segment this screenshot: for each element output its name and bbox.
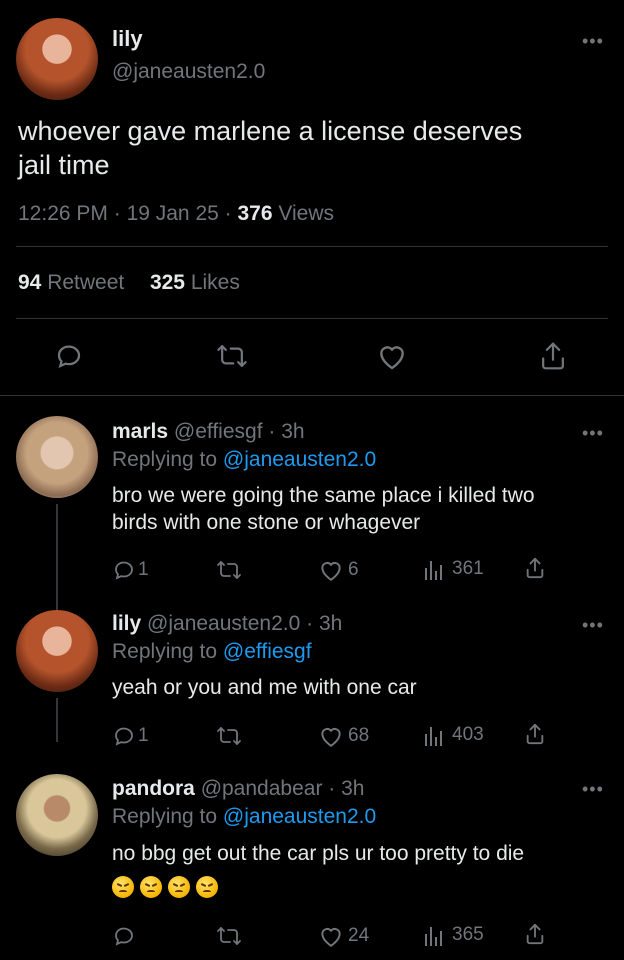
tweet-text-line1: whoever gave marlene a license deserves bbox=[18, 116, 523, 146]
reply-text-line1: no bbg get out the car pls ur too pretty… bbox=[112, 842, 525, 865]
replying-to: Replying to @effiesgf bbox=[112, 640, 312, 663]
like-icon bbox=[321, 728, 341, 747]
tweet-date[interactable]: 19 Jan 25 bbox=[127, 202, 219, 225]
reply-header: pandora @pandabear · 3h bbox=[112, 777, 364, 801]
like-icon bbox=[321, 562, 341, 581]
divider bbox=[16, 246, 608, 247]
engagement-stats: 94 Retweet 325 Likes bbox=[18, 271, 240, 295]
share-icon[interactable] bbox=[538, 340, 568, 372]
share-icon bbox=[526, 557, 544, 579]
mention-link[interactable]: @effiesgf bbox=[223, 640, 312, 663]
retweet-button[interactable] bbox=[216, 558, 242, 582]
replying-to: Replying to @janeausten2.0 bbox=[112, 448, 377, 471]
share-icon bbox=[526, 723, 544, 745]
reply-count: 1 bbox=[138, 725, 149, 746]
avatar[interactable] bbox=[16, 774, 98, 856]
share-button[interactable] bbox=[524, 922, 546, 946]
share-button[interactable] bbox=[524, 722, 546, 746]
reply-header: lily @janeausten2.0 · 3h bbox=[112, 612, 342, 636]
reply-time[interactable]: · 3h bbox=[306, 612, 342, 635]
reply-icon bbox=[115, 927, 133, 946]
retweet-button[interactable] bbox=[216, 924, 242, 948]
reply-button[interactable] bbox=[112, 924, 136, 948]
replying-to: Replying to @janeausten2.0 bbox=[112, 805, 377, 828]
thread-line bbox=[56, 504, 58, 610]
section-divider bbox=[0, 395, 624, 396]
confounded-emoji bbox=[112, 876, 134, 898]
avatar[interactable] bbox=[16, 416, 98, 498]
retweet-icon[interactable] bbox=[216, 341, 248, 371]
reply-time[interactable]: · 3h bbox=[328, 777, 364, 800]
views-count: 376 bbox=[237, 202, 273, 225]
author-name[interactable]: lily bbox=[112, 26, 143, 52]
reply-header: marls @effiesgf · 3h bbox=[112, 420, 305, 444]
mention-link[interactable]: @janeausten2.0 bbox=[223, 805, 376, 828]
retweet-icon bbox=[217, 727, 241, 745]
retweets-stat[interactable]: 94 Retweet bbox=[18, 271, 130, 294]
reply-icon[interactable] bbox=[54, 341, 84, 371]
reply-icon bbox=[115, 727, 133, 746]
like-icon[interactable] bbox=[376, 341, 408, 371]
views-label: Views bbox=[278, 202, 335, 225]
confounded-emoji bbox=[140, 876, 162, 898]
reply-time[interactable]: · 3h bbox=[268, 420, 304, 443]
retweets-count: 94 bbox=[18, 271, 42, 294]
retweets-label: Retweet bbox=[47, 271, 125, 294]
reply-text-line1: yeah or you and me with one car bbox=[112, 676, 417, 699]
reply-icon bbox=[115, 561, 133, 580]
emoji-row bbox=[112, 876, 224, 898]
views-icon bbox=[425, 727, 442, 746]
more-icon[interactable]: ••• bbox=[582, 616, 604, 634]
views-button[interactable]: 403 bbox=[424, 724, 484, 746]
divider bbox=[16, 318, 608, 319]
more-icon[interactable]: ••• bbox=[582, 780, 604, 798]
views-icon bbox=[425, 927, 442, 946]
retweet-button[interactable] bbox=[216, 724, 242, 748]
likes-label: Likes bbox=[190, 271, 240, 294]
like-button[interactable]: 6 bbox=[318, 558, 359, 582]
retweet-icon bbox=[217, 927, 241, 945]
share-button[interactable] bbox=[524, 556, 546, 580]
reply-text-line2: birds with one stone or whagever bbox=[112, 511, 421, 534]
reply-button[interactable]: 1 bbox=[112, 724, 149, 748]
author-handle[interactable]: @pandabear bbox=[201, 777, 323, 800]
avatar[interactable] bbox=[16, 18, 98, 100]
share-icon bbox=[526, 923, 544, 945]
tweet-meta: 12:26 PM · 19 Jan 25 · 376 Views bbox=[18, 202, 335, 225]
views-button[interactable]: 365 bbox=[424, 924, 484, 946]
avatar[interactable] bbox=[16, 610, 98, 692]
view-count: 365 bbox=[452, 924, 484, 945]
likes-count: 325 bbox=[149, 271, 185, 294]
tweet-text-line2: jail time bbox=[18, 150, 110, 180]
tweet-time[interactable]: 12:26 PM bbox=[18, 202, 108, 225]
like-count: 6 bbox=[348, 559, 359, 580]
reply-text-line1: bro we were going the same place i kille… bbox=[112, 484, 535, 507]
author-name[interactable]: lily bbox=[112, 612, 141, 635]
like-icon bbox=[321, 928, 341, 947]
view-count: 403 bbox=[452, 724, 484, 745]
like-count: 24 bbox=[348, 925, 370, 946]
like-button[interactable]: 24 bbox=[318, 924, 369, 948]
more-icon[interactable]: ••• bbox=[582, 424, 604, 442]
confounded-emoji bbox=[168, 876, 190, 898]
more-icon[interactable]: ••• bbox=[582, 32, 604, 50]
view-count: 361 bbox=[452, 558, 484, 579]
author-handle[interactable]: @janeausten2.0 bbox=[112, 60, 265, 84]
likes-stat[interactable]: 325 Likes bbox=[150, 271, 240, 294]
retweet-icon bbox=[217, 561, 241, 579]
views-button[interactable]: 361 bbox=[424, 558, 484, 580]
confounded-emoji bbox=[196, 876, 218, 898]
reply-count: 1 bbox=[138, 559, 149, 580]
author-handle[interactable]: @effiesgf bbox=[174, 420, 263, 443]
author-name[interactable]: marls bbox=[112, 420, 168, 443]
views-icon bbox=[425, 561, 442, 580]
author-handle[interactable]: @janeausten2.0 bbox=[147, 612, 300, 635]
reply-button[interactable]: 1 bbox=[112, 558, 149, 582]
author-name[interactable]: pandora bbox=[112, 777, 195, 800]
thread-line bbox=[56, 698, 58, 742]
mention-link[interactable]: @janeausten2.0 bbox=[223, 448, 376, 471]
like-button[interactable]: 68 bbox=[318, 724, 369, 748]
like-count: 68 bbox=[348, 725, 370, 746]
